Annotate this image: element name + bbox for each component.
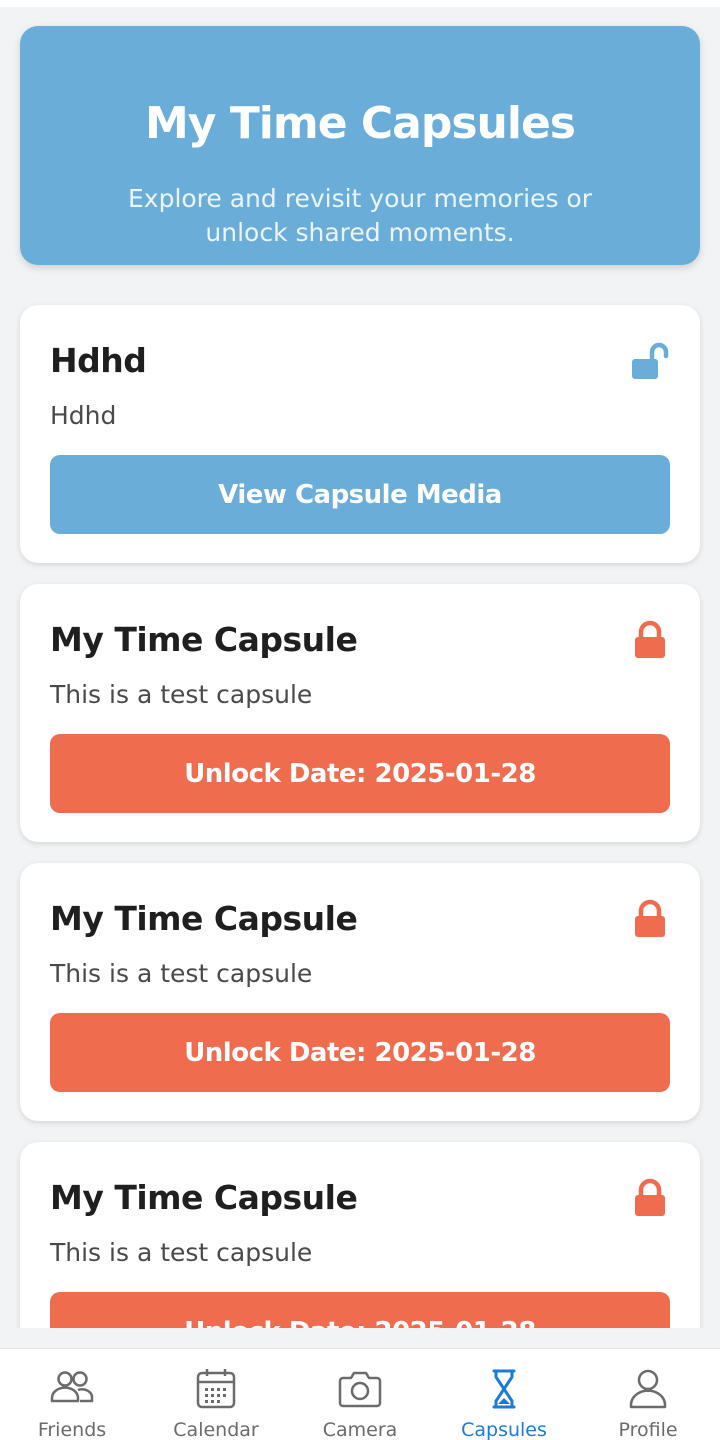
capsule-card: My Time Capsule This is a test capsule U…: [20, 584, 700, 842]
nav-label: Profile: [618, 1419, 678, 1440]
nav-label: Capsules: [461, 1419, 547, 1440]
lock-open-icon: [632, 342, 669, 379]
capsule-title: My Time Capsule: [50, 620, 358, 659]
capsule-title: My Time Capsule: [50, 899, 358, 938]
capsule-description: This is a test capsule: [50, 680, 313, 709]
capsule-description: Hdhd: [50, 401, 117, 430]
nav-item-calendar[interactable]: Calendar: [144, 1349, 288, 1440]
unlock-date-button[interactable]: Unlock Date: 2025-01-28: [50, 734, 670, 813]
friends-icon: [50, 1371, 94, 1403]
nav-label: Friends: [37, 1419, 107, 1440]
header-card: My Time Capsules Explore and revisit you…: [20, 26, 700, 265]
calendar-icon: [196, 1369, 236, 1409]
nav-item-capsules[interactable]: Capsules: [432, 1349, 576, 1440]
lock-icon: [635, 620, 665, 658]
nav-item-friends[interactable]: Friends: [0, 1349, 144, 1440]
capsule-title: My Time Capsule: [50, 1178, 358, 1217]
unlock-date-button[interactable]: Unlock Date: 2025-01-28: [50, 1292, 670, 1328]
view-capsule-media-button[interactable]: View Capsule Media: [50, 455, 670, 534]
camera-icon: [338, 1371, 382, 1408]
page-subtitle: Explore and revisit your memories or unl…: [127, 184, 592, 247]
lock-icon: [635, 1178, 665, 1216]
nav-item-camera[interactable]: Camera: [288, 1349, 432, 1440]
nav-label: Camera: [322, 1419, 398, 1440]
nav-item-profile[interactable]: Profile: [576, 1349, 720, 1440]
capsule-title: Hdhd: [50, 341, 147, 380]
hourglass-icon: [492, 1369, 516, 1409]
capsules-scroll-area[interactable]: My Time Capsules Explore and revisit you…: [0, 0, 720, 1328]
lock-icon: [635, 899, 665, 937]
profile-icon: [629, 1369, 667, 1409]
bottom-nav: Friends Calendar Camera Capsules Profile: [0, 1348, 720, 1440]
nav-label: Calendar: [173, 1419, 259, 1440]
capsule-card: My Time Capsule This is a test capsule U…: [20, 1142, 700, 1328]
capsule-card: Hdhd Hdhd View Capsule Media: [20, 305, 700, 563]
capsule-description: This is a test capsule: [50, 1238, 313, 1267]
capsule-description: This is a test capsule: [50, 959, 313, 988]
page-title: My Time Capsules: [145, 98, 576, 149]
capsule-card: My Time Capsule This is a test capsule U…: [20, 863, 700, 1121]
unlock-date-button[interactable]: Unlock Date: 2025-01-28: [50, 1013, 670, 1092]
